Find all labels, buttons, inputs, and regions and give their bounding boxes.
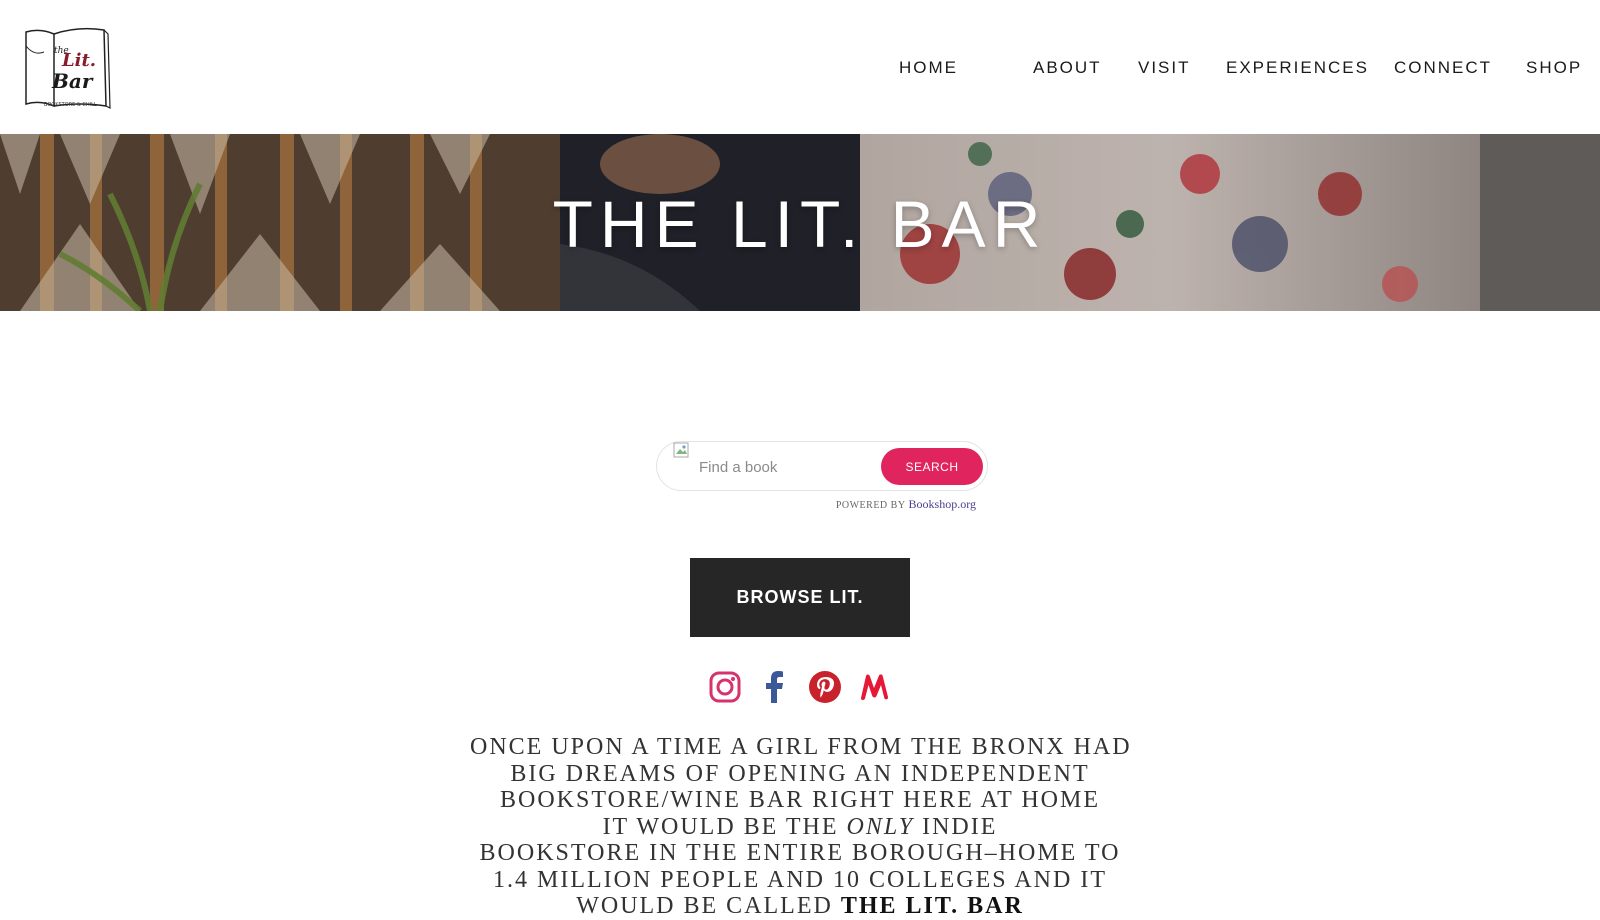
search-button[interactable]: SEARCH [881, 448, 983, 485]
story-line-4-post: INDIE [914, 813, 998, 840]
story-line-7-name: THE LIT. BAR [840, 893, 1024, 919]
meetup-icon[interactable] [858, 670, 892, 704]
story-line-4-emphasis: ONLY [846, 813, 915, 840]
instagram-icon[interactable] [708, 670, 742, 704]
story-line-1: ONCE UPON A TIME A GIRL FROM THE BRONX H… [470, 734, 1132, 760]
nav-visit[interactable]: VISIT [1138, 54, 1191, 82]
pinterest-icon[interactable] [808, 670, 842, 704]
social-links [706, 670, 896, 704]
nav-experiences[interactable]: EXPERIENCES [1226, 54, 1369, 82]
story-line-4: IT WOULD BE THE ONLY INDIE [470, 814, 1130, 841]
origin-story: ONCE UPON A TIME A GIRL FROM THE BRONX H… [470, 734, 1130, 920]
story-line-7-pre: WOULD BE CALLED [576, 893, 841, 919]
broken-image-icon [673, 442, 689, 458]
powered-by: POWERED BY Bookshop.org [656, 497, 976, 512]
story-line-5: BOOKSTORE IN THE ENTIRE BOROUGH–HOME TO [479, 840, 1121, 866]
book-search-box: SEARCH [656, 441, 988, 491]
bookshop-link[interactable]: Bookshop.org [909, 497, 976, 511]
story-line-2: BIG DREAMS OF OPENING AN INDEPENDENT [510, 760, 1090, 787]
nav-shop[interactable]: SHOP [1526, 54, 1582, 82]
story-line-3: BOOKSTORE/WINE BAR RIGHT HERE AT HOME [499, 787, 1101, 813]
facebook-icon[interactable] [758, 670, 792, 704]
nav-connect[interactable]: CONNECT [1394, 54, 1492, 82]
story-line-7: WOULD BE CALLED THE LIT. BAR [470, 893, 1130, 920]
main-nav: HOME ABOUT VISIT EXPERIENCES CONNECT SHO… [0, 54, 1600, 82]
nav-about[interactable]: ABOUT [1033, 54, 1102, 82]
hero-title: THE LIT. BAR [552, 187, 1048, 261]
logo-tagline: BOOKSTORE & CHILL [44, 102, 97, 108]
browse-lit-button[interactable]: BROWSE LIT. [690, 558, 910, 637]
site-header: the Lit. Bar BOOKSTORE & CHILL HOME ABOU… [0, 0, 1600, 134]
powered-by-label: POWERED BY [835, 500, 906, 511]
story-line-4-pre: IT WOULD BE THE [602, 813, 847, 840]
story-line-6: 1.4 MILLION PEOPLE AND 10 COLLEGES AND I… [493, 866, 1107, 893]
hero-banner: THE LIT. BAR [0, 134, 1600, 311]
nav-home[interactable]: HOME [899, 54, 958, 82]
book-search-input[interactable] [697, 454, 867, 480]
